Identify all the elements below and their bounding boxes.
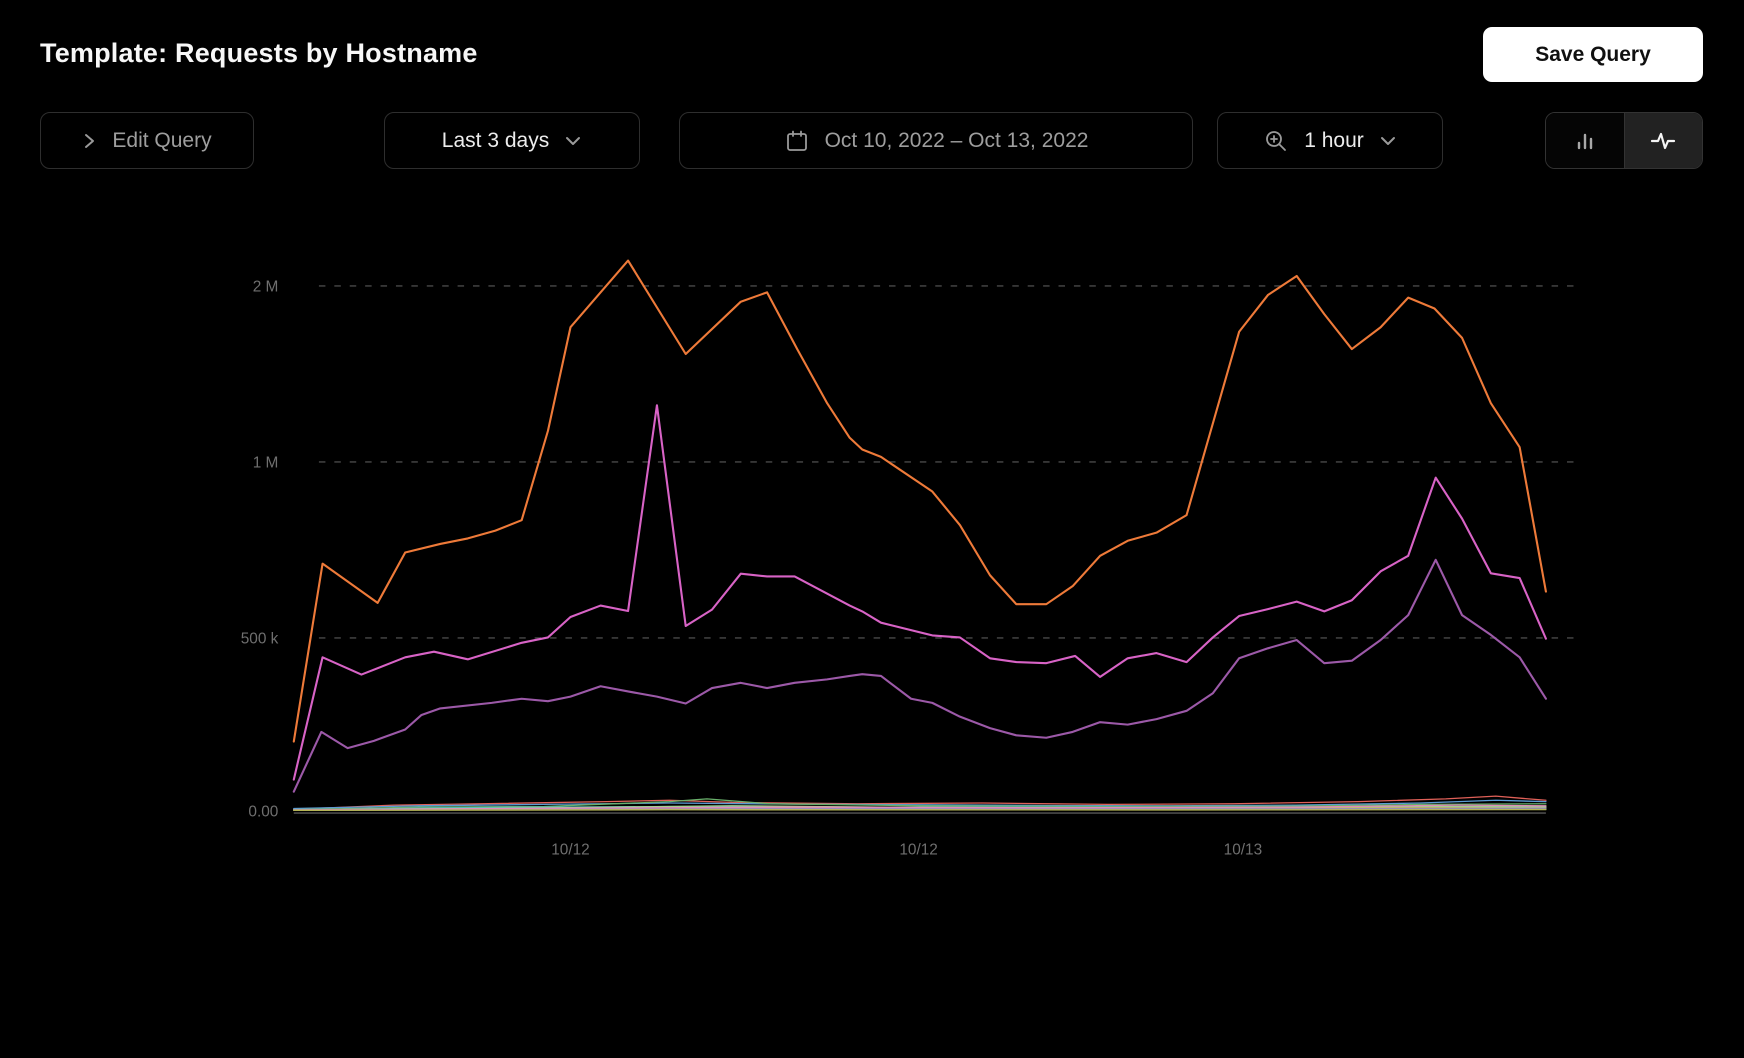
y-axis-label: 500 k — [241, 631, 279, 648]
time-range-dropdown[interactable]: Last 3 days — [384, 112, 640, 169]
y-axis-label: 0.00 — [248, 803, 278, 820]
x-axis-label: 10/13 — [1224, 841, 1263, 858]
bar-chart-toggle[interactable] — [1546, 113, 1625, 168]
requests-chart[interactable]: 2 M 1 M 500 k 0.00 10/12 10/12 10/13 — [0, 200, 1744, 1058]
page-title: Template: Requests by Hostname — [40, 38, 478, 68]
zoom-in-icon — [1263, 128, 1289, 154]
save-query-button[interactable]: Save Query — [1483, 27, 1703, 82]
chart-type-toggle — [1545, 112, 1703, 169]
chevron-down-icon — [564, 135, 582, 147]
y-axis-label: 2 M — [253, 279, 279, 296]
x-axis-label: 10/12 — [551, 841, 590, 858]
chevron-right-icon — [82, 132, 97, 150]
granularity-label: 1 hour — [1304, 128, 1364, 152]
chart-line-series-1 — [292, 259, 1547, 743]
calendar-icon — [784, 128, 810, 154]
y-axis-label: 1 M — [253, 455, 279, 472]
chart-line-series-13 — [293, 808, 1547, 812]
chevron-down-icon — [1379, 135, 1397, 147]
x-axis-label: 10/12 — [899, 841, 938, 858]
edit-query-label: Edit Query — [112, 128, 212, 152]
line-chart-icon — [1649, 128, 1677, 154]
bar-chart-icon — [1572, 128, 1598, 154]
line-chart-toggle[interactable] — [1624, 113, 1702, 168]
date-range-button[interactable]: Oct 10, 2022 – Oct 13, 2022 — [679, 112, 1193, 169]
date-range-label: Oct 10, 2022 – Oct 13, 2022 — [824, 128, 1089, 152]
time-range-label: Last 3 days — [441, 128, 550, 152]
edit-query-button[interactable]: Edit Query — [40, 112, 254, 169]
granularity-dropdown[interactable]: 1 hour — [1217, 112, 1443, 169]
